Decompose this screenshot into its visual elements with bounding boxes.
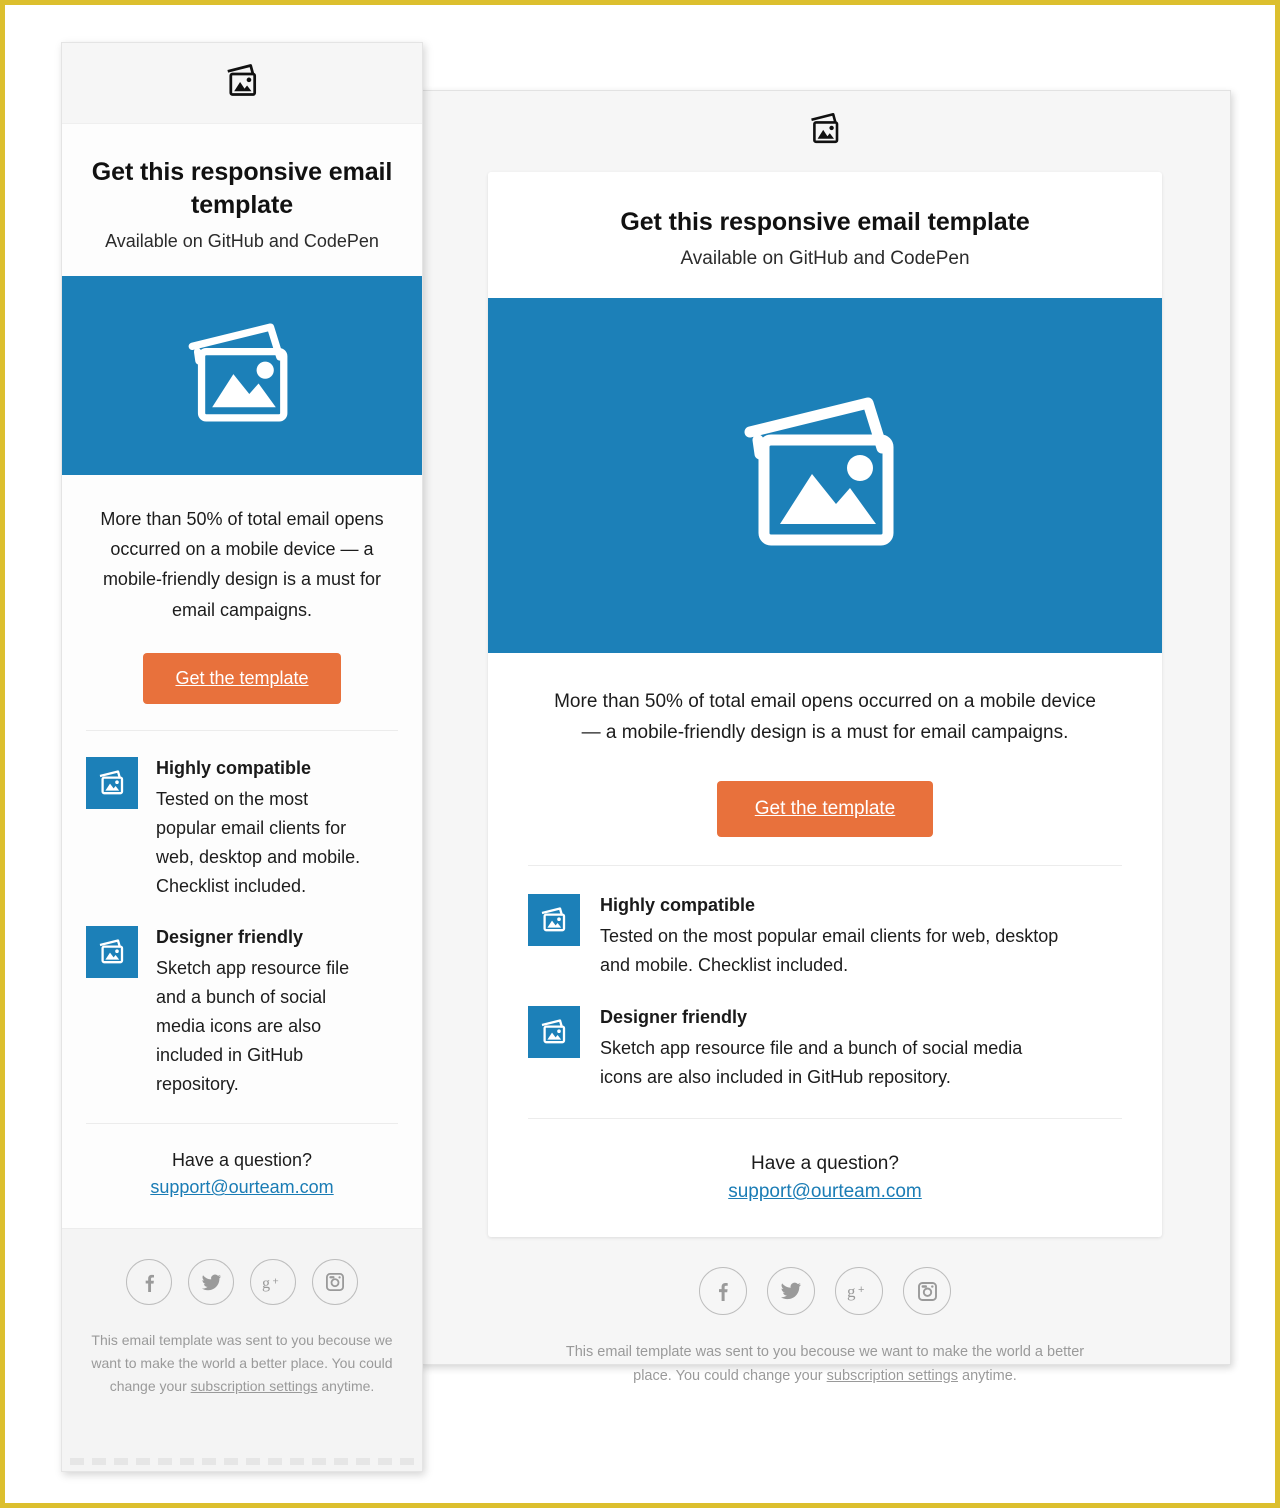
cta-wrapper: Get the template	[86, 652, 398, 704]
email-footer: g + This email template was sent to you …	[420, 1237, 1230, 1388]
svg-text:+: +	[858, 1284, 864, 1296]
feature-list: Highly compatible Tested on the most pop…	[488, 837, 1162, 1130]
feature-text: Designer friendly Sketch app resource fi…	[600, 1006, 1060, 1092]
question-text: Have a question?	[171, 1150, 313, 1171]
feature-text: Highly compatible Tested on the most pop…	[156, 757, 361, 902]
lead-paragraph: More than 50% of total email opens occur…	[100, 509, 384, 620]
mobile-brand-icon-area	[62, 43, 422, 124]
photo-stack-icon	[86, 756, 138, 809]
photo-stack-icon	[736, 394, 914, 557]
svg-text:g: g	[847, 1282, 856, 1301]
svg-text:g: g	[262, 1274, 270, 1292]
feature-list: Highly compatible Tested on the most pop…	[62, 703, 422, 1129]
truncated-content-indicator	[70, 1458, 414, 1465]
photo-stack-icon	[183, 321, 301, 431]
instagram-icon[interactable]	[312, 1259, 358, 1306]
list-item: Designer friendly Sketch app resource fi…	[528, 1005, 1122, 1092]
svg-text:+: +	[272, 1275, 278, 1287]
list-item: Designer friendly Sketch app resource fi…	[86, 925, 398, 1100]
google-plus-icon[interactable]: g +	[250, 1259, 296, 1306]
desktop-email-card: Get this responsive email template Avail…	[488, 172, 1162, 1238]
feature-description: Sketch app resource file and a bunch of …	[600, 1037, 1023, 1087]
support-section: Have a question? support@ourteam.com	[488, 1129, 1162, 1237]
feature-text: Highly compatible Tested on the most pop…	[600, 894, 1060, 980]
feature-title: Designer friendly	[600, 1006, 748, 1027]
legal-suffix: anytime.	[317, 1377, 375, 1394]
support-section: Have a question? support@ourteam.com	[62, 1128, 422, 1229]
hero-banner	[488, 298, 1162, 653]
page-subtitle: Available on GitHub and CodePen	[680, 248, 970, 269]
social-links: g +	[420, 1267, 1230, 1316]
feature-title: Designer friendly	[156, 926, 304, 947]
facebook-icon[interactable]	[699, 1267, 747, 1316]
feature-title: Highly compatible	[156, 757, 312, 778]
subscription-settings-link[interactable]: subscription settings	[827, 1368, 958, 1384]
question-text: Have a question?	[751, 1153, 899, 1175]
get-the-template-button[interactable]: Get the template	[716, 780, 934, 837]
mobile-header: Get this responsive email template Avail…	[62, 124, 422, 276]
support-email-link[interactable]: support@ourteam.com	[728, 1181, 922, 1202]
hero-banner	[62, 276, 422, 475]
feature-description: Tested on the most popular email clients…	[600, 925, 1059, 975]
photo-stack-icon	[807, 112, 843, 151]
preview-stage: Get this responsive email template Avail…	[5, 5, 1275, 1503]
subscription-settings-link[interactable]: subscription settings	[191, 1378, 318, 1394]
mobile-preview-card: Get this responsive email template Avail…	[61, 42, 423, 1472]
photo-stack-icon	[528, 1005, 580, 1058]
desktop-body: More than 50% of total email opens occur…	[488, 653, 1162, 837]
mobile-body: More than 50% of total email opens occur…	[62, 475, 422, 704]
twitter-icon[interactable]	[767, 1267, 815, 1316]
page-title: Get this responsive email template	[620, 208, 1030, 236]
feature-description: Tested on the most popular email clients…	[156, 788, 361, 897]
facebook-icon[interactable]	[126, 1259, 172, 1306]
desktop-brand-icon-area	[420, 91, 1230, 172]
divider	[86, 1123, 398, 1125]
divider	[528, 864, 1122, 866]
photo-stack-icon	[528, 893, 580, 946]
instagram-icon[interactable]	[903, 1267, 951, 1316]
legal-text: This email template was sent to you beco…	[88, 1329, 396, 1397]
page-title: Get this responsive email template	[91, 158, 393, 219]
get-the-template-button[interactable]: Get the template	[143, 652, 341, 704]
photo-stack-icon	[86, 925, 138, 978]
page-subtitle: Available on GitHub and CodePen	[105, 231, 379, 251]
feature-description: Sketch app resource file and a bunch of …	[156, 957, 350, 1095]
divider	[528, 1118, 1122, 1120]
feature-text: Designer friendly Sketch app resource fi…	[156, 926, 361, 1100]
feature-title: Highly compatible	[600, 894, 756, 915]
lead-paragraph: More than 50% of total email opens occur…	[554, 691, 1096, 743]
email-footer: g + This email template was sent to you …	[62, 1228, 422, 1471]
social-links: g +	[88, 1259, 396, 1306]
list-item: Highly compatible Tested on the most pop…	[86, 756, 398, 902]
list-item: Highly compatible Tested on the most pop…	[528, 893, 1122, 980]
legal-text: This email template was sent to you beco…	[545, 1341, 1105, 1388]
desktop-preview-panel: Get this responsive email template Avail…	[419, 90, 1231, 1384]
legal-suffix: anytime.	[958, 1367, 1017, 1384]
cta-wrapper: Get the template	[544, 780, 1106, 837]
google-plus-icon[interactable]: g +	[835, 1267, 883, 1316]
photo-stack-icon	[223, 63, 261, 104]
divider	[86, 729, 398, 731]
twitter-icon[interactable]	[188, 1259, 234, 1306]
support-email-link[interactable]: support@ourteam.com	[150, 1177, 333, 1197]
